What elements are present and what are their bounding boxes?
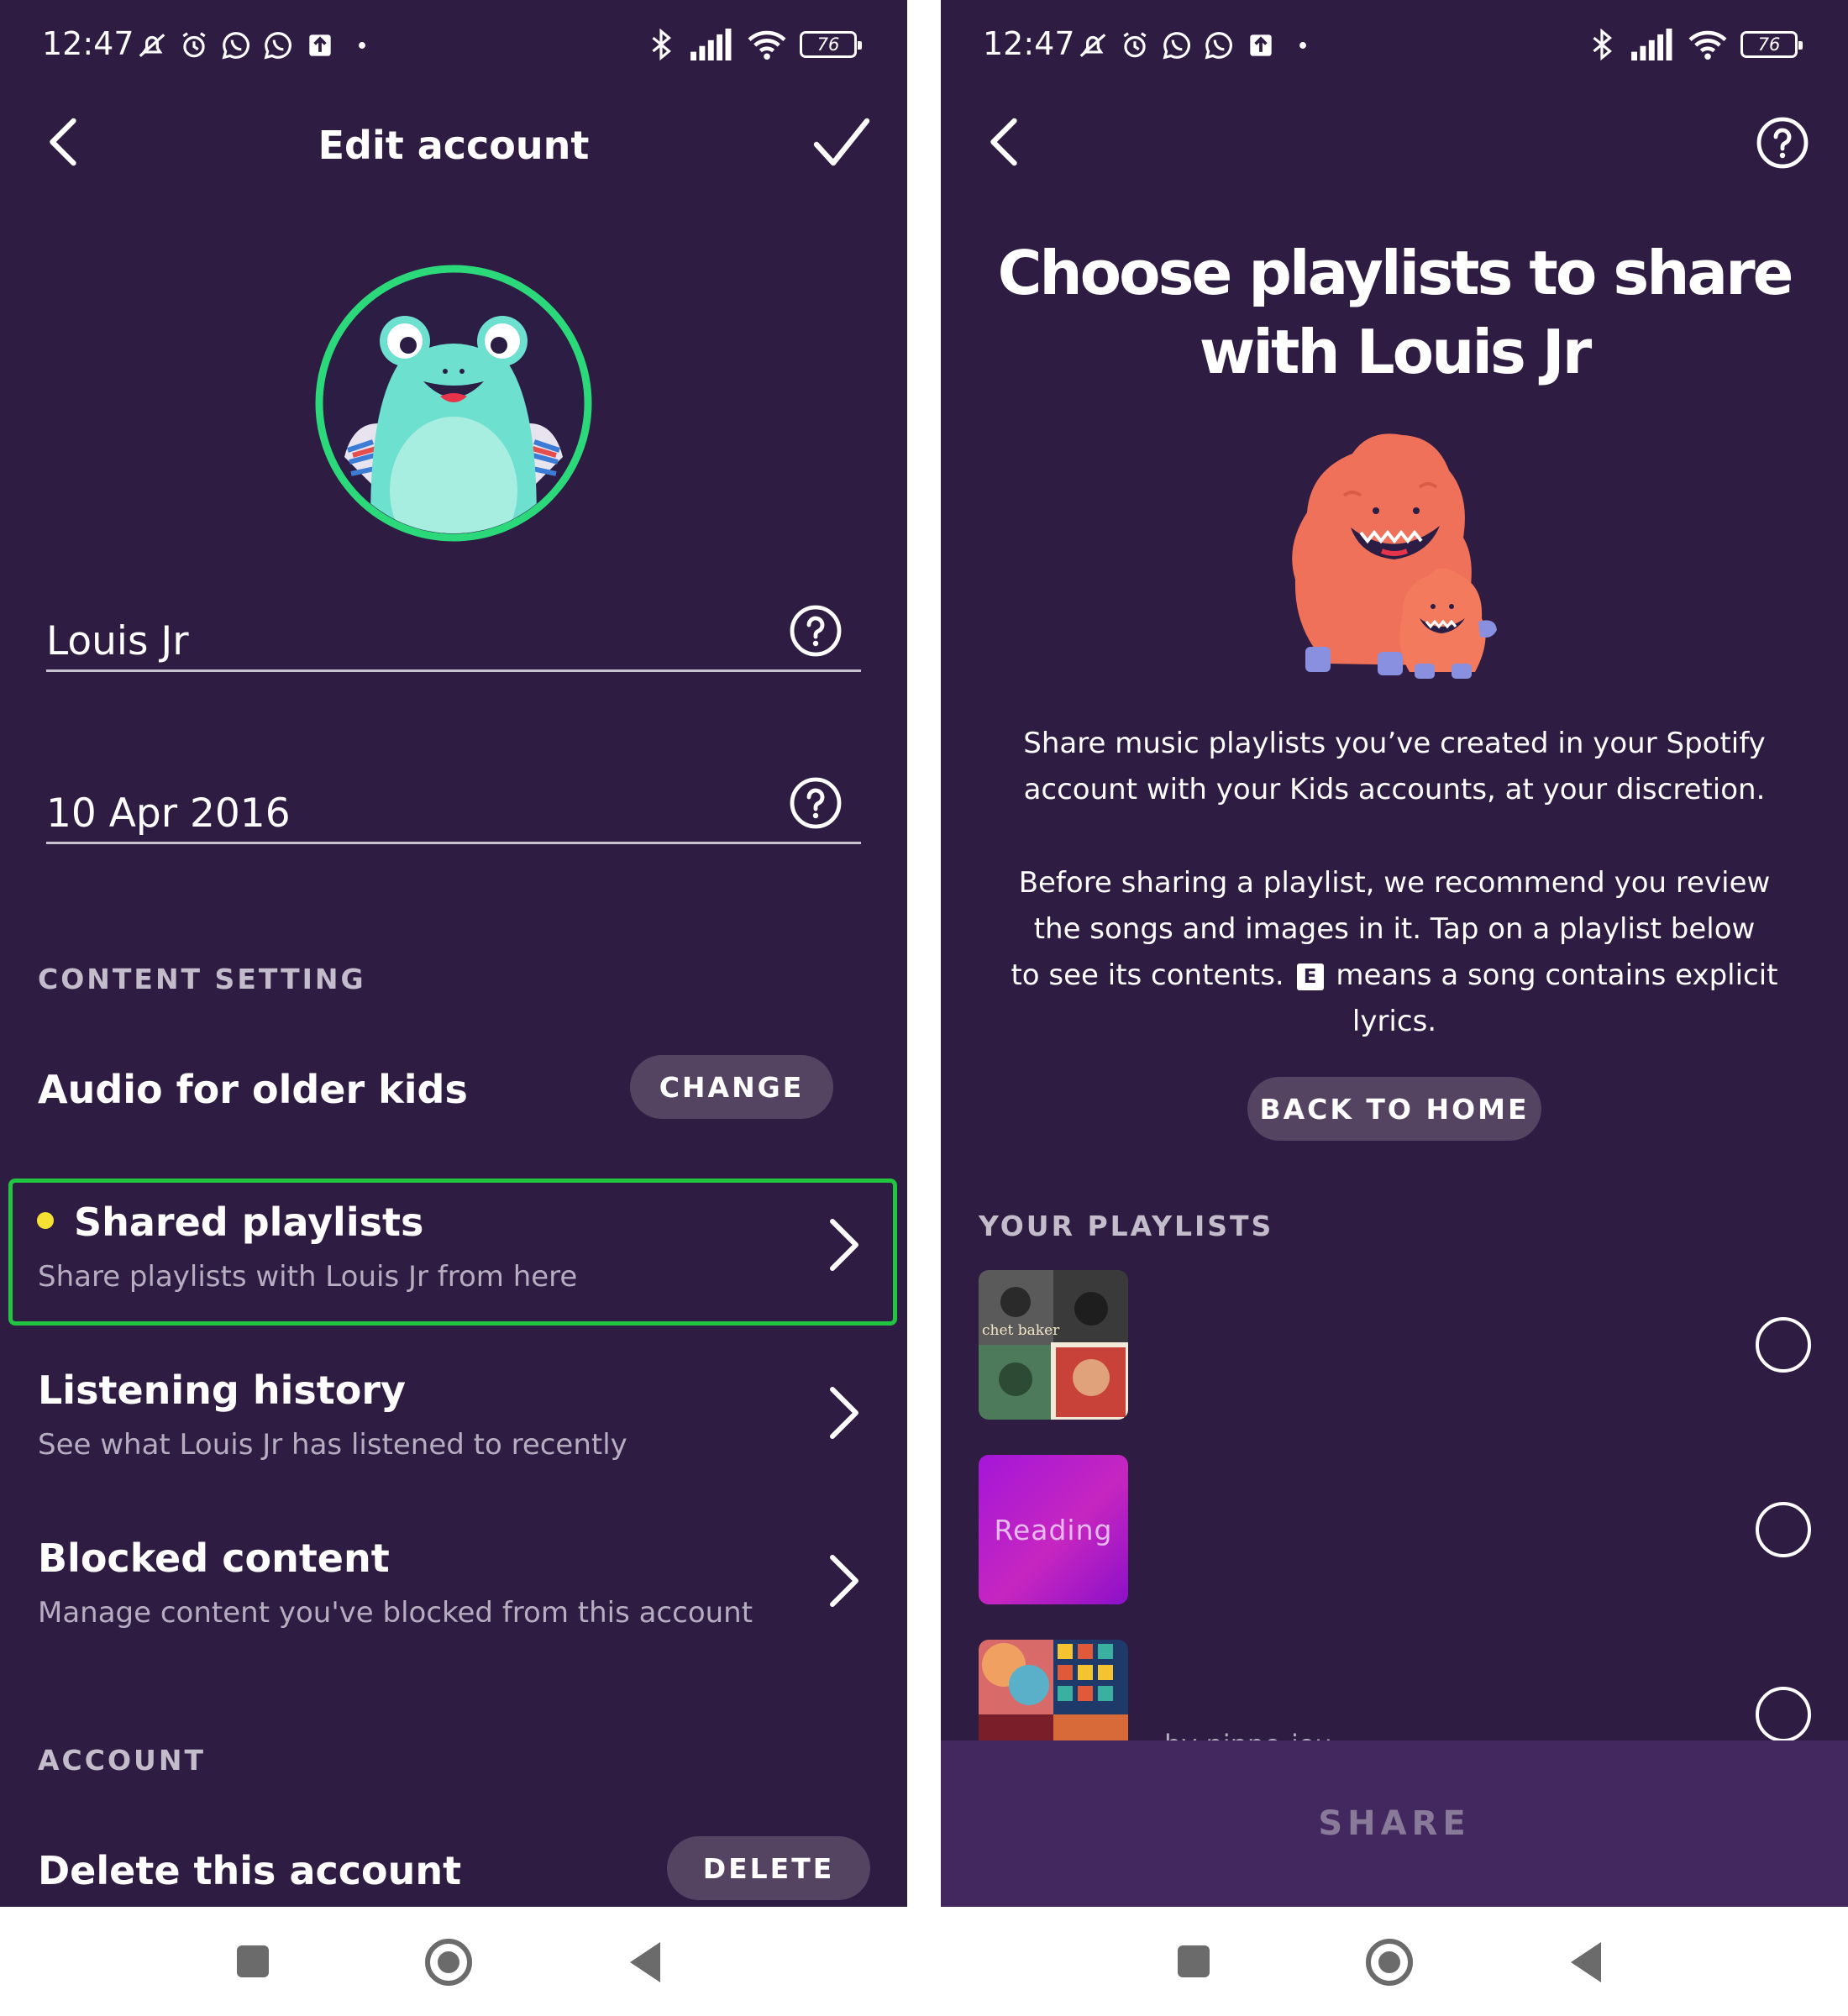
headline-line-2: with Louis Jr xyxy=(1199,317,1592,387)
review-paragraph: Before sharing a playlist, we recommend … xyxy=(1008,860,1781,1045)
battery-icon: 76 xyxy=(1740,31,1803,58)
playlist-cover[interactable]: chet baker xyxy=(979,1270,1128,1420)
signal-icon xyxy=(690,29,732,60)
headline-line-1: Choose playlists to share xyxy=(997,238,1794,308)
wifi-icon xyxy=(1688,30,1727,60)
mute-icon xyxy=(139,34,165,57)
name-value[interactable]: Louis Jr xyxy=(46,618,189,664)
notification-icons xyxy=(1077,29,1319,62)
intro-line-1: Share music playlists you’ve created in … xyxy=(1023,727,1766,760)
review-line-2: the songs and images in it. Tap on a pla… xyxy=(1033,912,1756,946)
content-setting-header: CONTENT SETTING xyxy=(38,963,366,995)
bluetooth-icon xyxy=(652,29,671,60)
review-line-3: to see its contents. E means a song cont… xyxy=(1008,953,1781,999)
system-nav-bar xyxy=(941,1907,1848,2016)
review-line-4: lyrics. xyxy=(1352,1005,1437,1038)
shared-playlists-title: Shared playlists xyxy=(74,1200,424,1245)
explicit-badge-icon: E xyxy=(1296,963,1324,990)
playlist-select-radio[interactable] xyxy=(1756,1317,1811,1373)
whatsapp-icon xyxy=(264,32,291,60)
review-line-1: Before sharing a playlist, we recommend … xyxy=(1018,866,1771,900)
system-back-button[interactable] xyxy=(1571,1942,1601,1982)
whatsapp-icon xyxy=(1163,32,1190,60)
intro-line-2: account with your Kids accounts, at your… xyxy=(1023,773,1766,806)
delete-button[interactable]: DELETE xyxy=(667,1836,870,1900)
listening-history-title[interactable]: Listening history xyxy=(38,1368,406,1413)
birthdate-value[interactable]: 10 Apr 2016 xyxy=(46,790,291,837)
recents-button[interactable] xyxy=(1178,1945,1210,1977)
bluetooth-icon xyxy=(1593,29,1612,60)
playlist-select-radio[interactable] xyxy=(1756,1502,1811,1557)
content-level-label: Audio for older kids xyxy=(38,1067,468,1112)
status-time: 12:47 xyxy=(983,25,1075,62)
blocked-content-title[interactable]: Blocked content xyxy=(38,1536,390,1581)
dot-icon xyxy=(1299,42,1306,49)
signal-icon xyxy=(1631,29,1672,60)
chevron-right-icon[interactable] xyxy=(827,1552,861,1609)
help-icon[interactable] xyxy=(789,604,843,658)
chevron-right-icon[interactable] xyxy=(827,1384,861,1441)
monsters-illustration xyxy=(1292,433,1497,679)
page-title: Edit account xyxy=(318,123,590,168)
playlist-cover-mosaic xyxy=(979,1270,1128,1420)
status-bar: 12:47 76 xyxy=(941,0,1848,91)
playlist-cover-text: Reading xyxy=(994,1513,1113,1546)
change-button[interactable]: CHANGE xyxy=(630,1055,833,1119)
review-line-3a: to see its contents. xyxy=(1011,958,1284,992)
kid-avatar[interactable] xyxy=(314,264,593,543)
notification-icons xyxy=(136,29,378,62)
playlist-cover-text: chet baker xyxy=(982,1322,1060,1339)
playlist-cover[interactable]: Reading xyxy=(979,1455,1128,1604)
listening-history-subtitle: See what Louis Jr has listened to recent… xyxy=(38,1428,627,1462)
chevron-right-icon[interactable] xyxy=(827,1216,861,1273)
page-headline: Choose playlists to share with Louis Jr xyxy=(991,234,1798,391)
home-button[interactable] xyxy=(1366,1939,1413,1986)
dot-icon xyxy=(359,42,365,49)
whatsapp-icon xyxy=(1205,32,1232,60)
alarm-icon xyxy=(1123,32,1147,58)
intro-paragraph: Share music playlists you’ve created in … xyxy=(1008,721,1781,813)
edit-account-screen: 12:47 76 Edit account Louis Jr 10 Apr 20… xyxy=(0,0,907,1907)
system-icons: 76 xyxy=(1586,27,1803,62)
playlist-select-radio[interactable] xyxy=(1756,1687,1811,1742)
system-icons: 76 xyxy=(645,27,862,62)
mute-icon xyxy=(1079,34,1106,57)
delete-account-label: Delete this account xyxy=(38,1848,462,1893)
name-field[interactable]: Louis Jr xyxy=(46,588,861,672)
review-line-3b: means a song contains explicit xyxy=(1336,958,1778,992)
blocked-content-subtitle: Manage content you've blocked from this … xyxy=(38,1596,753,1630)
save-check-icon[interactable] xyxy=(813,118,870,168)
your-playlists-header: YOUR PLAYLISTS xyxy=(979,1210,1274,1242)
recents-button[interactable] xyxy=(237,1945,269,1977)
battery-level: 76 xyxy=(816,34,840,55)
account-header: ACCOUNT xyxy=(38,1744,206,1777)
upload-icon xyxy=(1250,34,1272,56)
whatsapp-icon xyxy=(222,32,249,60)
help-icon[interactable] xyxy=(1756,116,1809,170)
system-nav-bar xyxy=(0,1907,907,2016)
back-to-home-button[interactable]: BACK TO HOME xyxy=(1247,1077,1541,1141)
alarm-icon xyxy=(182,32,206,58)
home-button[interactable] xyxy=(425,1939,472,1986)
choose-playlists-screen: 12:47 76 Choose playlists to share with … xyxy=(941,0,1848,1907)
battery-level: 76 xyxy=(1757,34,1781,55)
new-indicator-dot xyxy=(37,1212,54,1229)
upload-icon xyxy=(309,34,331,56)
share-button[interactable]: SHARE xyxy=(941,1740,1848,1907)
status-bar: 12:47 76 xyxy=(0,0,907,91)
wifi-icon xyxy=(748,30,786,60)
back-arrow-icon[interactable] xyxy=(984,116,1021,168)
system-back-button[interactable] xyxy=(630,1942,660,1982)
help-icon[interactable] xyxy=(789,776,843,830)
shared-playlists-subtitle: Share playlists with Louis Jr from here xyxy=(38,1260,578,1294)
battery-icon: 76 xyxy=(800,31,862,58)
birthdate-field[interactable]: 10 Apr 2016 xyxy=(46,760,861,844)
status-time: 12:47 xyxy=(42,25,134,62)
